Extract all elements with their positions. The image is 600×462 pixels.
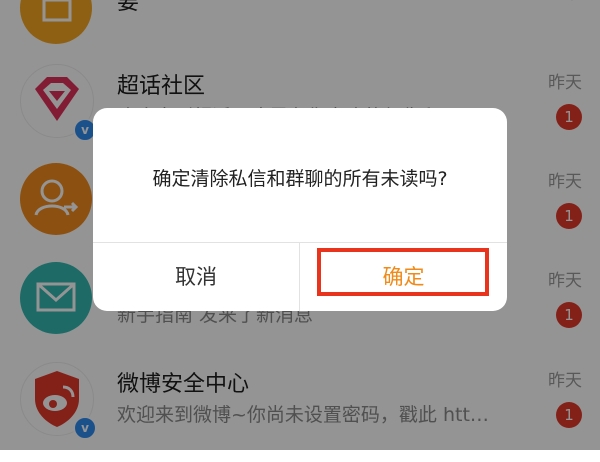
confirm-dialog: 确定清除私信和群聊的所有未读吗? 取消 确定 (93, 108, 507, 311)
dialog-message: 确定清除私信和群聊的所有未读吗? (152, 168, 448, 190)
cancel-button[interactable]: 取消 (93, 243, 299, 311)
confirm-button[interactable]: 确定 (300, 243, 507, 311)
